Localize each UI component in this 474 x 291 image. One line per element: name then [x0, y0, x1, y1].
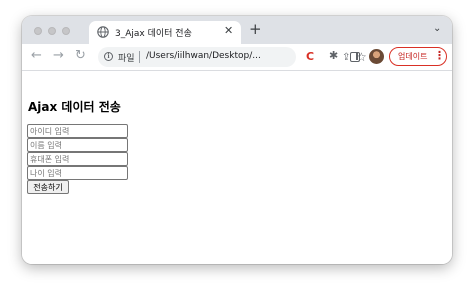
zoom-window-button[interactable] — [62, 27, 70, 35]
reload-button[interactable]: ↻ — [75, 49, 86, 63]
tab-active[interactable]: 3_Ajax 데이터 전송 ✕ — [89, 21, 241, 44]
tab-strip: 3_Ajax 데이터 전송 ✕ + ⌄ — [22, 16, 452, 44]
close-window-button[interactable] — [34, 27, 42, 35]
address-separator — [139, 51, 140, 63]
phone-input[interactable] — [27, 152, 128, 166]
extension-icon[interactable]: C — [306, 50, 317, 64]
browser-window: 3_Ajax 데이터 전송 ✕ + ⌄ ← → ↻ i 파일 /Users/ii… — [22, 16, 452, 264]
id-input[interactable] — [27, 124, 128, 138]
back-button[interactable]: ← — [31, 49, 42, 63]
tab-title: 3_Ajax 데이터 전송 — [115, 29, 192, 39]
page-title: Ajax 데이터 전송 — [28, 100, 121, 114]
browser-toolbar: ← → ↻ i 파일 /Users/iilhwan/Desktop/... ⇪ … — [22, 44, 452, 71]
new-tab-button[interactable]: + — [249, 21, 262, 37]
puzzle-icon[interactable]: ✱ — [329, 49, 338, 62]
kebab-menu-icon[interactable]: ⋮ — [434, 49, 445, 63]
address-scheme: 파일 — [118, 54, 135, 64]
submit-button[interactable]: 전송하기 — [27, 180, 69, 194]
forward-button[interactable]: → — [53, 49, 64, 63]
page-content: Ajax 데이터 전송 전송하기 — [22, 71, 452, 264]
age-input[interactable] — [27, 166, 128, 180]
globe-icon — [97, 26, 109, 38]
close-tab-icon[interactable]: ✕ — [224, 24, 233, 37]
address-bar[interactable]: i 파일 /Users/iilhwan/Desktop/... ⇪ ☆ — [98, 47, 367, 67]
side-panel-icon[interactable] — [350, 52, 360, 62]
info-icon[interactable]: i — [104, 52, 113, 61]
update-button[interactable]: 업데이트 ⋮ — [389, 47, 447, 66]
avatar[interactable] — [369, 49, 384, 64]
name-input[interactable] — [27, 138, 128, 152]
update-label: 업데이트 — [398, 52, 428, 61]
tab-search-icon[interactable]: ⌄ — [433, 23, 441, 34]
address-url[interactable]: /Users/iilhwan/Desktop/... — [146, 51, 261, 61]
minimize-window-button[interactable] — [48, 27, 56, 35]
